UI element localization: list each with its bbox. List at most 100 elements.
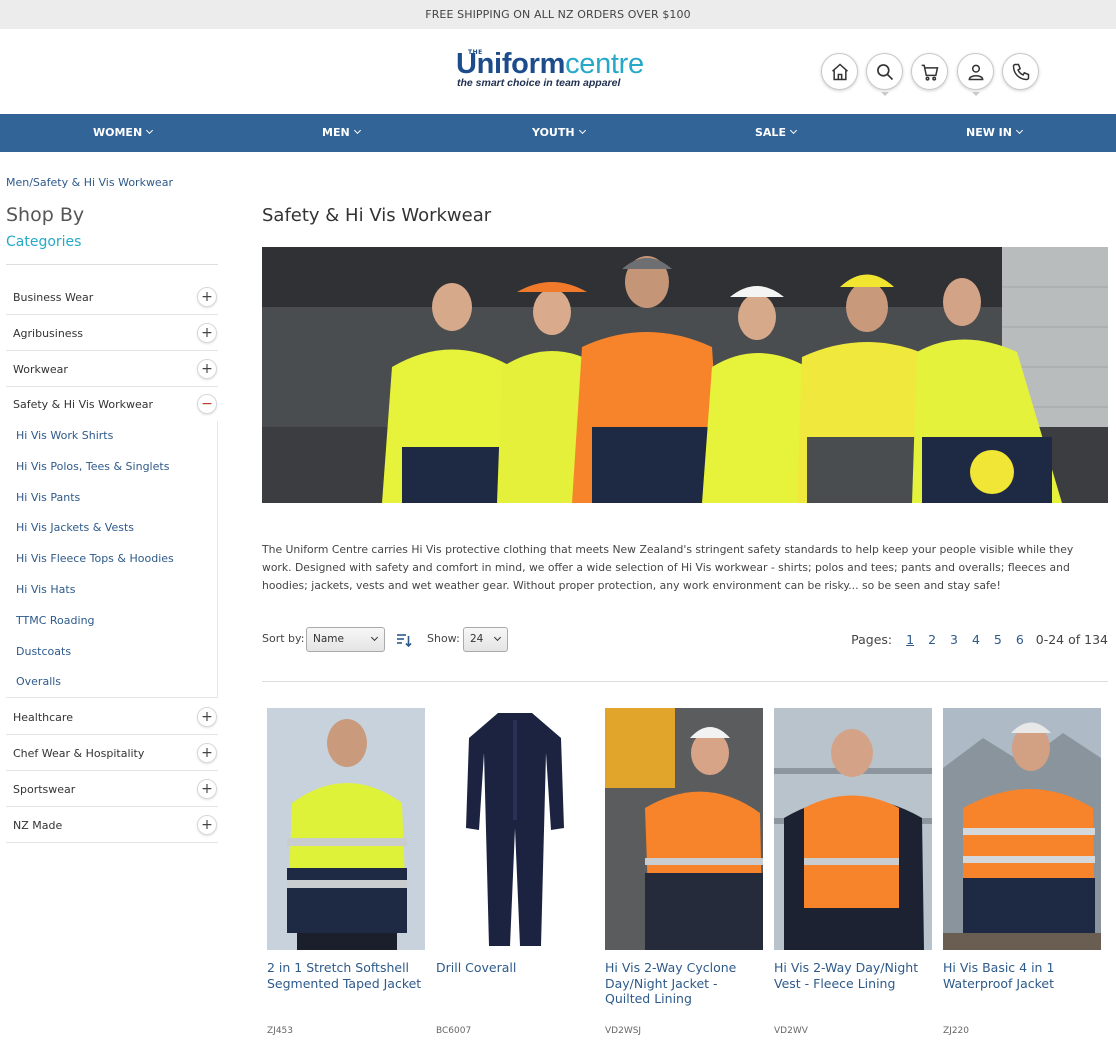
product-name[interactable]: Hi Vis 2-Way Day/Night Vest - Fleece Lin… (774, 960, 934, 991)
cart-button[interactable] (911, 53, 948, 90)
sidebar-category-healthcare[interactable]: Healthcare + (6, 699, 218, 735)
expand-icon[interactable]: + (197, 815, 217, 835)
page-link-6[interactable]: 6 (1016, 632, 1024, 647)
nav-youth[interactable]: YOUTH (532, 114, 586, 152)
product-toolbar: Sort by: Name Show: 24 Pages: 1 2 3 4 5 … (262, 627, 1108, 653)
sidebar-category-chef-wear[interactable]: Chef Wear & Hospitality + (6, 735, 218, 771)
chevron-down-icon (146, 126, 154, 135)
cart-icon (921, 64, 938, 81)
drill-coverall-photo (436, 708, 594, 950)
workers-photo (262, 247, 1108, 503)
product-card[interactable]: 2 in 1 Stretch Softshell Segmented Taped… (267, 708, 427, 1036)
product-name[interactable]: Hi Vis 2-Way Cyclone Day/Night Jacket - … (605, 960, 765, 1007)
expand-icon[interactable]: + (197, 323, 217, 343)
breadcrumb[interactable]: Men/Safety & Hi Vis Workwear (6, 176, 173, 189)
main-nav: WOMEN MEN YOUTH SALE NEW IN (0, 114, 1116, 152)
nav-youth-label: YOUTH (532, 126, 575, 139)
category-label: Business Wear (13, 291, 94, 304)
product-sku: VD2WV (774, 1026, 808, 1036)
product-image[interactable] (605, 708, 763, 950)
expand-icon[interactable]: + (197, 707, 217, 727)
shop-by-heading: Shop By (6, 204, 85, 226)
subcategory-overalls[interactable]: Overalls (16, 675, 61, 688)
chevron-down-icon (1015, 126, 1024, 135)
site-logo[interactable]: THE Uniformcentre the smart choice in te… (456, 47, 666, 91)
nav-women[interactable]: WOMEN (93, 114, 154, 152)
sidebar-divider (6, 264, 218, 265)
sidebar-category-workwear[interactable]: Workwear + (6, 351, 218, 387)
expand-icon[interactable]: + (197, 287, 217, 307)
product-sku: ZJ453 (267, 1026, 293, 1036)
pages-label: Pages: (851, 632, 893, 647)
show-select[interactable]: 24 (463, 627, 508, 652)
nav-men[interactable]: MEN (322, 114, 361, 152)
logo-tagline: the smart choice in team apparel (457, 77, 621, 89)
nav-new-in[interactable]: NEW IN (966, 114, 1024, 152)
subcategory-hi-vis-fleece[interactable]: Hi Vis Fleece Tops & Hoodies (16, 552, 174, 565)
categories-heading: Categories (6, 234, 82, 250)
page-link-5[interactable]: 5 (994, 632, 1002, 647)
collapse-icon[interactable]: − (197, 394, 217, 414)
subcategory-panel: Hi Vis Work Shirts Hi Vis Polos, Tees & … (6, 421, 218, 698)
sidebar-category-sportswear[interactable]: Sportswear + (6, 771, 218, 807)
subcategory-hi-vis-jackets[interactable]: Hi Vis Jackets & Vests (16, 521, 134, 534)
subcategory-dustcoats[interactable]: Dustcoats (16, 645, 71, 658)
nav-sale[interactable]: SALE (755, 114, 798, 152)
subcategory-hi-vis-work-shirts[interactable]: Hi Vis Work Shirts (16, 429, 113, 442)
subcategory-ttmc-roading[interactable]: TTMC Roading (16, 614, 95, 627)
page-title: Safety & Hi Vis Workwear (262, 205, 492, 226)
chevron-down-icon (578, 126, 586, 135)
search-button[interactable] (866, 53, 903, 96)
day-night-vest-photo (774, 708, 932, 950)
softshell-jacket-photo (267, 708, 425, 950)
toolbar-divider (262, 681, 1108, 682)
product-image[interactable] (436, 708, 594, 950)
product-name[interactable]: Hi Vis Basic 4 in 1 Waterproof Jacket (943, 960, 1103, 991)
page-link-3[interactable]: 3 (950, 632, 958, 647)
expand-icon[interactable]: + (197, 779, 217, 799)
category-label: Safety & Hi Vis Workwear (13, 398, 154, 411)
chevron-down-icon (789, 126, 798, 135)
subcategory-hi-vis-hats[interactable]: Hi Vis Hats (16, 583, 75, 596)
site-header: THE Uniformcentre the smart choice in te… (0, 29, 1116, 114)
chevron-down-icon (353, 126, 361, 135)
logo-word-uniform: Uniform (456, 48, 566, 80)
category-description: The Uniform Centre carries Hi Vis protec… (262, 543, 1074, 592)
product-image[interactable] (943, 708, 1101, 950)
sort-direction-icon[interactable] (396, 632, 412, 648)
product-card[interactable]: Hi Vis 2-Way Day/Night Vest - Fleece Lin… (774, 708, 934, 1036)
sidebar-category-safety-hi-vis[interactable]: Safety & Hi Vis Workwear − (6, 386, 218, 422)
sidebar-category-agribusiness[interactable]: Agribusiness + (6, 315, 218, 351)
product-name[interactable]: 2 in 1 Stretch Softshell Segmented Taped… (267, 960, 427, 991)
subcategory-hi-vis-pants[interactable]: Hi Vis Pants (16, 491, 80, 504)
page-link-4[interactable]: 4 (972, 632, 980, 647)
sort-label: Sort by: (262, 632, 305, 645)
search-icon (876, 63, 893, 80)
phone-button[interactable] (1002, 53, 1039, 90)
category-label: NZ Made (13, 819, 63, 832)
expand-icon[interactable]: + (197, 743, 217, 763)
expand-icon[interactable]: + (197, 359, 217, 379)
category-label: Healthcare (13, 711, 73, 724)
product-card[interactable]: Drill Coverall BC6007 (436, 708, 596, 1036)
nav-men-label: MEN (322, 126, 350, 139)
sidebar-category-nz-made[interactable]: NZ Made + (6, 807, 218, 843)
logo-word-centre: centre (565, 48, 644, 80)
home-button[interactable] (821, 53, 858, 90)
sort-select[interactable]: Name (306, 627, 385, 652)
sidebar-category-business-wear[interactable]: Business Wear + (6, 279, 218, 315)
subcategory-hi-vis-polos[interactable]: Hi Vis Polos, Tees & Singlets (16, 460, 169, 473)
nav-women-label: WOMEN (93, 126, 143, 139)
product-name[interactable]: Drill Coverall (436, 960, 596, 976)
product-sku: ZJ220 (943, 1026, 969, 1036)
product-image[interactable] (267, 708, 425, 950)
account-button[interactable] (957, 53, 994, 96)
product-image[interactable] (774, 708, 932, 950)
product-card[interactable]: Hi Vis 2-Way Cyclone Day/Night Jacket - … (605, 708, 765, 1036)
promo-text: FREE SHIPPING ON ALL NZ ORDERS OVER $100 (425, 8, 691, 21)
sort-select-value: Name (313, 633, 344, 645)
page-link-1[interactable]: 1 (906, 632, 914, 647)
waterproof-jacket-photo (943, 708, 1101, 950)
page-link-2[interactable]: 2 (928, 632, 936, 647)
product-card[interactable]: Hi Vis Basic 4 in 1 Waterproof Jacket ZJ… (943, 708, 1103, 1036)
